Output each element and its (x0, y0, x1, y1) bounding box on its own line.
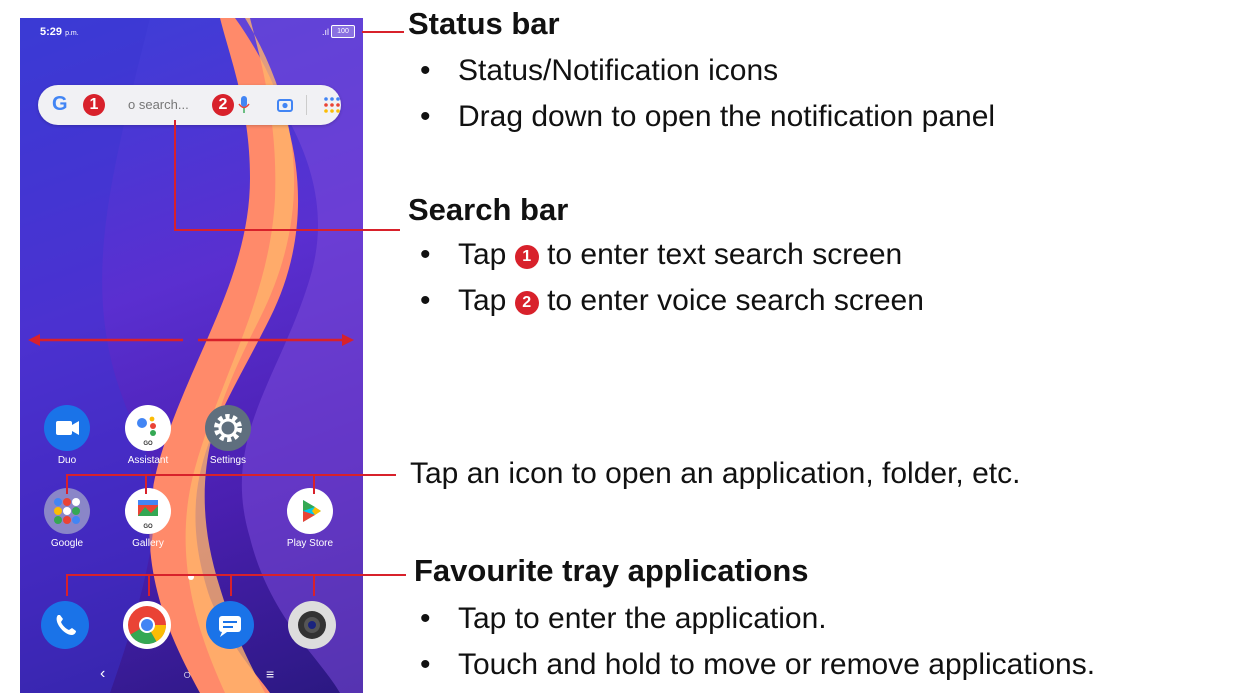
connector-apps-h (66, 474, 396, 476)
google-folder-icon (44, 488, 90, 534)
swipe-arrows (28, 334, 354, 346)
connector-apps-v2 (145, 474, 147, 494)
bullet-text: to enter text search screen (547, 238, 903, 271)
bullet-text: to enter voice search screen (547, 284, 924, 317)
phone-icon[interactable] (41, 601, 89, 649)
app-gallery[interactable]: GO Gallery (108, 488, 188, 549)
app-label: Duo (57, 455, 77, 466)
app-label: Play Store (286, 538, 334, 549)
number-badge-2: 2 (514, 291, 539, 315)
connector-search-h (174, 229, 400, 231)
time-suffix: p.m. (65, 30, 79, 37)
app-play-store[interactable]: Play Store (270, 488, 350, 549)
status-bar-heading: Status bar (408, 6, 560, 41)
messages-icon[interactable] (206, 601, 254, 649)
tap-icon-caption: Tap an icon to open an application, fold… (410, 457, 1021, 490)
connector-dock-v3 (230, 574, 232, 596)
badge-2: 2 (212, 94, 234, 116)
search-bullet-2: • Tap 2 to enter voice search screen (420, 284, 924, 318)
searchbar-divider (306, 95, 307, 115)
tap-text: Tap (458, 284, 507, 317)
recents-icon[interactable]: ≡ (266, 666, 274, 682)
favourite-bullet-1: • Tap to enter the application. (420, 602, 827, 636)
battery-icon: 100 (331, 25, 355, 38)
time-text: 5:29 (40, 26, 63, 38)
play-store-icon (287, 488, 333, 534)
app-label: Google (50, 538, 84, 549)
connector-status (362, 31, 404, 33)
gear-icon (205, 405, 251, 451)
go-label: GO (143, 524, 153, 530)
lens-icon[interactable] (276, 96, 294, 114)
chrome-icon[interactable] (123, 601, 171, 649)
app-grid-icon[interactable] (323, 96, 341, 114)
badge-1: 1 (83, 94, 105, 116)
connector-apps-v1 (66, 474, 68, 494)
bullet-text: Tap to enter the application. (458, 602, 827, 635)
search-bar-heading: Search bar (408, 192, 569, 227)
app-label: Settings (209, 455, 247, 466)
status-bullet-1: • Status/Notification icons (420, 54, 778, 88)
connector-dock-v2 (148, 574, 150, 596)
bullet: • (420, 284, 431, 317)
connector-dock-v4 (313, 574, 315, 596)
search-bullet-1: • Tap 1 to enter text search screen (420, 238, 902, 272)
connector-dock-h (66, 574, 406, 576)
tap-text: Tap (458, 238, 507, 271)
app-assistant[interactable]: GO Assistant (108, 405, 188, 466)
back-icon[interactable]: ‹ (100, 665, 105, 683)
search-placeholder[interactable]: o search... (128, 97, 189, 112)
signal-icon: .ıl (321, 27, 329, 37)
navigation-bar: ‹ ○ ≡ (20, 655, 363, 693)
go-label: GO (143, 441, 153, 447)
number-badge-1: 1 (514, 245, 539, 269)
bullet: • (420, 238, 431, 271)
bullet: • (420, 100, 431, 133)
status-bar[interactable]: 5:29 p.m. .ıl 100 (20, 18, 363, 46)
gallery-icon: GO (125, 488, 171, 534)
connector-apps-v3 (313, 474, 315, 494)
favourite-bullet-2: • Touch and hold to move or remove applic… (420, 648, 1095, 682)
status-time: 5:29 p.m. (40, 26, 79, 38)
favourite-heading: Favourite tray applications (414, 553, 809, 588)
bullet-text: Status/Notification icons (458, 54, 779, 87)
app-google-folder[interactable]: Google (27, 488, 107, 549)
bullet-text: Touch and hold to move or remove applica… (458, 648, 1096, 681)
phone-screen: 5:29 p.m. .ıl 100 G 1 o search... 2 Duo … (20, 18, 363, 693)
search-bar[interactable]: G 1 o search... 2 (38, 85, 341, 125)
microphone-icon[interactable] (238, 95, 250, 115)
app-label: Assistant (127, 455, 169, 466)
bullet-text: Drag down to open the notification panel (458, 100, 996, 133)
connector-search-v (174, 120, 176, 230)
bullet: • (420, 54, 431, 87)
video-camera-icon (44, 405, 90, 451)
connector-dock-v1 (66, 574, 68, 596)
app-duo[interactable]: Duo (27, 405, 107, 466)
bullet: • (420, 602, 431, 635)
home-icon[interactable]: ○ (183, 666, 191, 682)
bullet: • (420, 648, 431, 681)
battery-level: 100 (337, 28, 349, 35)
camera-icon[interactable] (288, 601, 336, 649)
assistant-icon: GO (125, 405, 171, 451)
google-logo: G (52, 93, 68, 115)
app-settings[interactable]: Settings (188, 405, 268, 466)
app-label: Gallery (132, 538, 164, 549)
status-bullet-2: • Drag down to open the notification pane… (420, 100, 995, 134)
